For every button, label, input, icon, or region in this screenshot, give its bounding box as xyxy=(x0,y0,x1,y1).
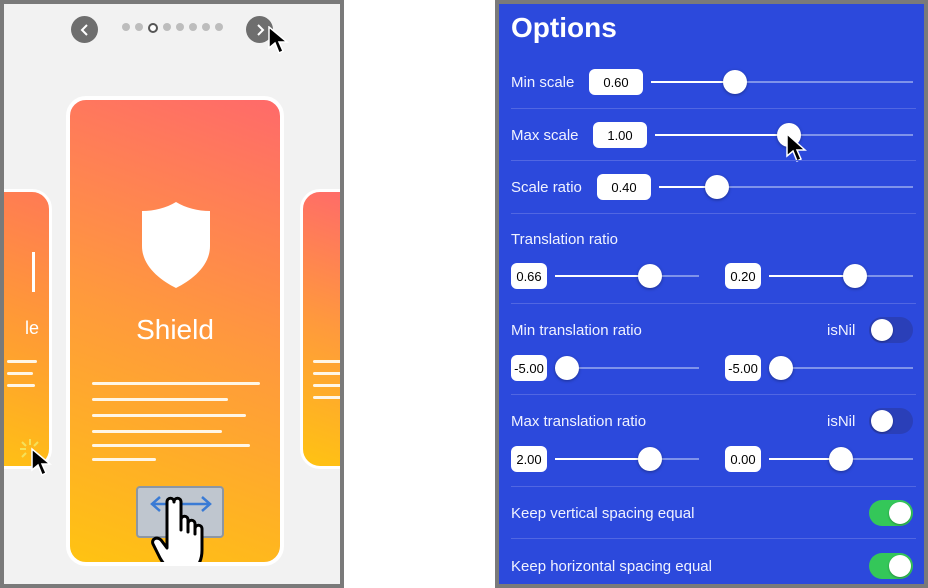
divider xyxy=(511,108,916,109)
max-translation-isnil-toggle[interactable] xyxy=(869,408,913,434)
page-dot-active[interactable] xyxy=(148,23,158,33)
card-title: Shield xyxy=(136,314,214,345)
divider xyxy=(511,160,916,161)
keep-vertical-spacing-toggle[interactable] xyxy=(869,500,913,526)
divider xyxy=(511,538,916,539)
translation-ratio-y-slider[interactable] xyxy=(769,264,913,288)
min-translation-ratio-label: Min translation ratio xyxy=(511,322,642,339)
toggle-knob xyxy=(871,319,893,341)
page-dot[interactable] xyxy=(135,23,143,31)
translation-ratio-x-slider[interactable] xyxy=(555,264,699,288)
divider xyxy=(511,303,916,304)
max-translation-x-slider[interactable] xyxy=(555,447,699,471)
min-translation-y-field[interactable]: -5.00 xyxy=(725,355,761,381)
options-panel: Options Min scale 0.60 Max scale 1.00 Sc… xyxy=(495,0,928,588)
page-dot[interactable] xyxy=(176,23,184,31)
keep-horizontal-spacing-label: Keep horizontal spacing equal xyxy=(511,558,712,575)
tap-indicator-icon xyxy=(20,439,53,477)
max-scale-slider[interactable] xyxy=(655,123,913,147)
slider-thumb[interactable] xyxy=(638,264,662,288)
scale-ratio-slider[interactable] xyxy=(659,175,913,199)
previous-button[interactable] xyxy=(71,16,98,43)
max-translation-x-field[interactable]: 2.00 xyxy=(511,446,547,472)
translation-ratio-x-field[interactable]: 0.66 xyxy=(511,263,547,289)
chevron-right-icon xyxy=(256,23,264,36)
hand-pointer-icon xyxy=(151,496,204,562)
keep-vertical-spacing-label: Keep vertical spacing equal xyxy=(511,505,695,522)
min-translation-x-slider[interactable] xyxy=(555,356,699,380)
slider-fill xyxy=(555,458,650,460)
max-translation-ratio-label: Max translation ratio xyxy=(511,413,647,430)
min-translation-isnil-label: isNil xyxy=(827,322,856,339)
translation-ratio-y-field[interactable]: 0.20 xyxy=(725,263,761,289)
options-title: Options xyxy=(511,12,617,43)
max-scale-value-field[interactable]: 1.00 xyxy=(593,122,647,148)
slider-fill xyxy=(655,134,789,136)
slider-thumb[interactable] xyxy=(638,447,662,471)
max-translation-isnil-label: isNil xyxy=(827,413,856,430)
min-translation-y-slider[interactable] xyxy=(769,356,913,380)
carousel-card-current[interactable]: Shield xyxy=(66,96,284,566)
page-dot[interactable] xyxy=(202,23,210,31)
slider-thumb[interactable] xyxy=(769,356,793,380)
toggle-knob xyxy=(871,410,893,432)
min-translation-isnil-toggle[interactable] xyxy=(869,317,913,343)
slider-thumb[interactable] xyxy=(555,356,579,380)
slider-thumb[interactable] xyxy=(829,447,853,471)
min-scale-label: Min scale xyxy=(511,74,575,91)
max-translation-y-slider[interactable] xyxy=(769,447,913,471)
min-translation-x-field[interactable]: -5.00 xyxy=(511,355,547,381)
divider xyxy=(511,394,916,395)
page-dot[interactable] xyxy=(122,23,130,31)
carousel-card-next[interactable] xyxy=(300,189,340,469)
swipe-gesture-area[interactable] xyxy=(136,486,224,562)
shield-icon xyxy=(142,202,210,288)
divider xyxy=(511,486,916,487)
toggle-knob xyxy=(889,555,911,577)
page-indicator[interactable] xyxy=(122,23,223,33)
scale-ratio-label: Scale ratio xyxy=(511,179,582,196)
min-scale-value-field[interactable]: 0.60 xyxy=(589,69,643,95)
keep-horizontal-spacing-toggle[interactable] xyxy=(869,553,913,579)
carousel-card-previous[interactable]: le xyxy=(4,189,52,469)
card-title-partial: le xyxy=(24,318,39,338)
max-scale-label: Max scale xyxy=(511,127,579,144)
max-translation-y-field[interactable]: 0.00 xyxy=(725,446,761,472)
min-scale-slider[interactable] xyxy=(651,70,913,94)
page-dot[interactable] xyxy=(189,23,197,31)
slider-thumb[interactable] xyxy=(723,70,747,94)
toggle-knob xyxy=(889,502,911,524)
divider xyxy=(511,213,916,214)
page-dot[interactable] xyxy=(163,23,171,31)
mouse-cursor-icon xyxy=(268,26,290,55)
slider-fill xyxy=(555,275,650,277)
translation-ratio-label: Translation ratio xyxy=(511,231,618,248)
page-dot[interactable] xyxy=(215,23,223,31)
scale-ratio-value-field[interactable]: 0.40 xyxy=(597,174,651,200)
slider-thumb[interactable] xyxy=(843,264,867,288)
carousel-demo: le Shield xyxy=(0,0,344,588)
chevron-left-icon xyxy=(80,23,88,36)
slider-thumb[interactable] xyxy=(705,175,729,199)
